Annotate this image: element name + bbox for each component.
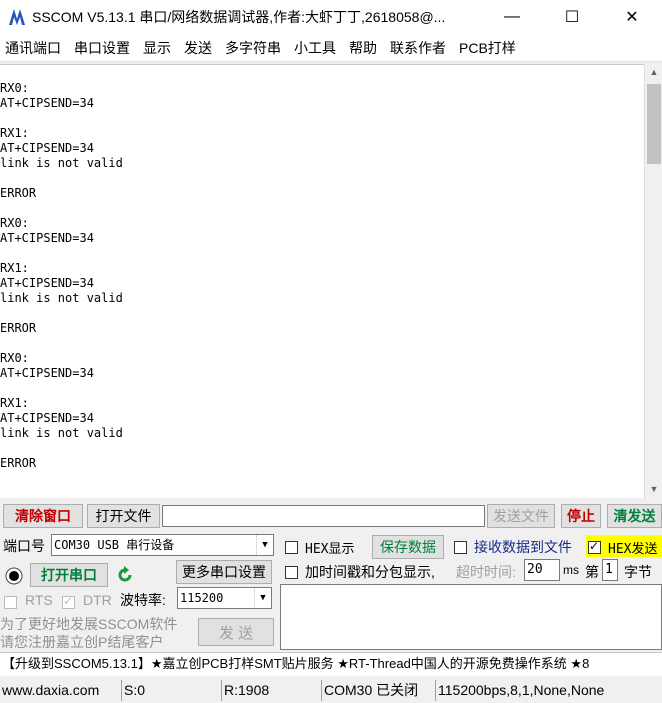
status-sent: S:0 — [122, 680, 222, 701]
scroll-down-icon[interactable]: ▼ — [645, 481, 662, 498]
receive-text: RX0: AT+CIPSEND=34 RX1: AT+CIPSEND=34 li… — [0, 81, 123, 470]
clear-window-button[interactable]: 清除窗口 — [3, 504, 83, 528]
baud-select[interactable]: 115200 ▼ — [177, 587, 272, 609]
menu-help[interactable]: 帮助 — [344, 38, 385, 58]
scroll-up-icon[interactable]: ▲ — [645, 64, 662, 81]
menu-port-settings[interactable]: 串口设置 — [69, 38, 138, 58]
chevron-down-icon[interactable]: ▼ — [254, 588, 271, 608]
nth-input[interactable]: 1 — [602, 559, 618, 581]
promo-banner[interactable]: 【升级到SSCOM5.13.1】★嘉立创PCB打样SMT贴片服务 ★RT-Thr… — [0, 652, 662, 676]
maximize-button[interactable]: ☐ — [542, 0, 602, 34]
window-title: SSCOM V5.13.1 串口/网络数据调试器,作者:大虾丁丁,2618058… — [32, 9, 446, 25]
timeout-label: 超时时间: — [456, 564, 516, 580]
baud-label: 波特率: — [120, 592, 166, 608]
byte-label: 字节 — [624, 564, 652, 580]
rts-label: RTS — [25, 592, 53, 608]
scroll-thumb[interactable] — [647, 84, 661, 164]
port-select-value: COM30 USB 串行设备 — [54, 538, 175, 552]
open-file-button[interactable]: 打开文件 — [87, 504, 160, 528]
clear-send-button[interactable]: 清发送 — [607, 504, 662, 528]
menu-bar: 通讯端口 串口设置 显示 发送 多字符串 小工具 帮助 联系作者 PCB打样 — [0, 34, 662, 62]
nth-label: 第 — [585, 564, 599, 580]
menu-multi-string[interactable]: 多字符串 — [220, 38, 289, 58]
stop-button[interactable]: 停止 — [561, 504, 601, 528]
hex-send-checkbox[interactable] — [588, 539, 601, 555]
options-panel: HEX显示 保存数据 接收数据到文件 HEX发送 加时间戳和分包显示, 超时时间… — [280, 532, 662, 650]
baud-select-value: 115200 — [180, 591, 224, 605]
receive-scrollbar[interactable]: ▲ ▼ — [644, 64, 662, 498]
chevron-down-icon[interactable]: ▼ — [256, 535, 273, 555]
menu-send[interactable]: 发送 — [179, 38, 220, 58]
timestamp-checkbox[interactable] — [285, 564, 298, 580]
menu-comm-port[interactable]: 通讯端口 — [0, 38, 69, 58]
more-port-settings-button[interactable]: 更多串口设置 — [176, 560, 272, 584]
close-button[interactable]: ✕ — [602, 0, 662, 34]
open-port-button[interactable]: 打开串口 — [30, 563, 108, 587]
port-label: 端口号 — [3, 538, 45, 554]
title-bar: SSCOM V5.13.1 串口/网络数据调试器,作者:大虾丁丁,2618058… — [0, 0, 662, 34]
sscom-app-icon — [9, 9, 25, 25]
port-settings-panel: 端口号 COM30 USB 串行设备 ▼ 打开串口 更多串口设置 RTS DTR… — [0, 532, 278, 650]
status-bar: www.daxia.com S:0 R:1908 COM30 已关闭 11520… — [0, 678, 662, 703]
receive-area[interactable]: RX0: AT+CIPSEND=34 RX1: AT+CIPSEND=34 li… — [0, 64, 644, 498]
hex-display-checkbox[interactable] — [285, 539, 298, 555]
hex-display-label: HEX显示 — [305, 542, 355, 557]
status-received: R:1908 — [222, 680, 322, 701]
minimize-button[interactable]: — — [482, 0, 542, 34]
refresh-icon[interactable] — [115, 565, 135, 585]
hex-send-label: HEX发送 — [608, 542, 658, 557]
receive-to-file-label: 接收数据到文件 — [474, 539, 572, 555]
dtr-checkbox[interactable] — [62, 594, 75, 610]
timestamp-label: 加时间戳和分包显示, — [305, 564, 435, 580]
ms-label: ms — [563, 563, 579, 577]
file-path-input[interactable] — [162, 505, 485, 527]
ad-line-2[interactable]: 请您注册嘉立创P结尾客户 — [0, 632, 163, 652]
rts-checkbox[interactable] — [4, 594, 17, 610]
save-data-button[interactable]: 保存数据 — [372, 535, 444, 559]
status-params: 115200bps,8,1,None,None — [438, 682, 605, 698]
send-button[interactable]: 发 送 — [198, 618, 274, 646]
dtr-label: DTR — [83, 592, 112, 608]
port-status-indicator-icon — [5, 567, 23, 585]
send-file-button[interactable]: 发送文件 — [487, 504, 555, 528]
receive-to-file-checkbox[interactable] — [454, 539, 467, 555]
port-select[interactable]: COM30 USB 串行设备 ▼ — [51, 534, 274, 556]
send-input[interactable] — [280, 584, 662, 650]
ad-line-1[interactable]: 为了更好地发展SSCOM软件 — [0, 614, 177, 634]
menu-pcb[interactable]: PCB打样 — [454, 38, 524, 58]
menu-tools[interactable]: 小工具 — [289, 38, 344, 58]
toolbar-row: 清除窗口 打开文件 发送文件 停止 清发送 — [0, 502, 662, 530]
menu-display[interactable]: 显示 — [138, 38, 179, 58]
timeout-input[interactable]: 20 — [524, 559, 560, 581]
status-website[interactable]: www.daxia.com — [0, 680, 122, 701]
menu-contact[interactable]: 联系作者 — [385, 38, 454, 58]
status-port-state: COM30 已关闭 — [322, 680, 436, 701]
